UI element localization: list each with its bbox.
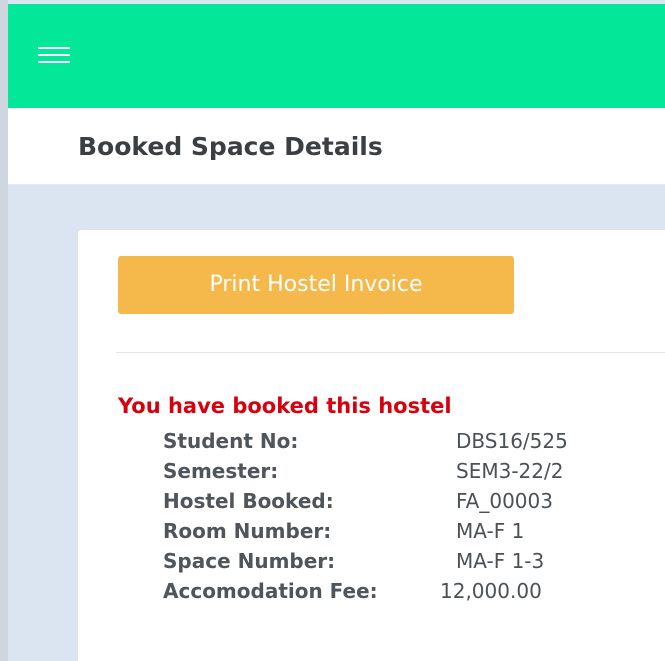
booking-status-heading: You have booked this hostel — [118, 394, 452, 418]
detail-row-student-no: Student No: DBS16/525 — [163, 426, 665, 456]
page-header: Booked Space Details — [8, 108, 665, 185]
booking-details: Student No: DBS16/525 Semester: SEM3-22/… — [163, 426, 665, 606]
top-navbar — [8, 4, 665, 108]
semester-label: Semester: — [163, 459, 279, 483]
student-no-label: Student No: — [163, 429, 299, 453]
detail-row-semester: Semester: SEM3-22/2 — [163, 456, 665, 486]
booking-card: Print Hostel Invoice You have booked thi… — [78, 230, 665, 661]
room-number-value: MA-F 1 — [456, 519, 525, 543]
accommodation-fee-label: Accomodation Fee: — [163, 579, 378, 603]
page-title: Booked Space Details — [78, 132, 383, 161]
hostel-booked-value: FA_00003 — [456, 489, 553, 513]
space-number-value: MA-F 1-3 — [456, 549, 545, 573]
app-window: Booked Space Details Print Hostel Invoic… — [0, 0, 665, 661]
room-number-label: Room Number: — [163, 519, 332, 543]
hostel-booked-label: Hostel Booked: — [163, 489, 334, 513]
accommodation-fee-value: 12,000.00 — [440, 579, 542, 603]
detail-row-space-number: Space Number: MA-F 1-3 — [163, 546, 665, 576]
detail-row-room-number: Room Number: MA-F 1 — [163, 516, 665, 546]
menu-line — [38, 47, 70, 49]
student-no-value: DBS16/525 — [456, 429, 568, 453]
space-number-label: Space Number: — [163, 549, 336, 573]
window-edge — [0, 0, 8, 661]
divider — [116, 352, 665, 353]
semester-value: SEM3-22/2 — [456, 459, 564, 483]
detail-row-hostel-booked: Hostel Booked: FA_00003 — [163, 486, 665, 516]
detail-row-accommodation-fee: Accomodation Fee: 12,000.00 — [163, 576, 665, 606]
hamburger-menu-icon[interactable] — [38, 42, 72, 68]
menu-line — [38, 61, 70, 63]
menu-line — [38, 54, 70, 56]
print-invoice-button[interactable]: Print Hostel Invoice — [118, 256, 514, 314]
